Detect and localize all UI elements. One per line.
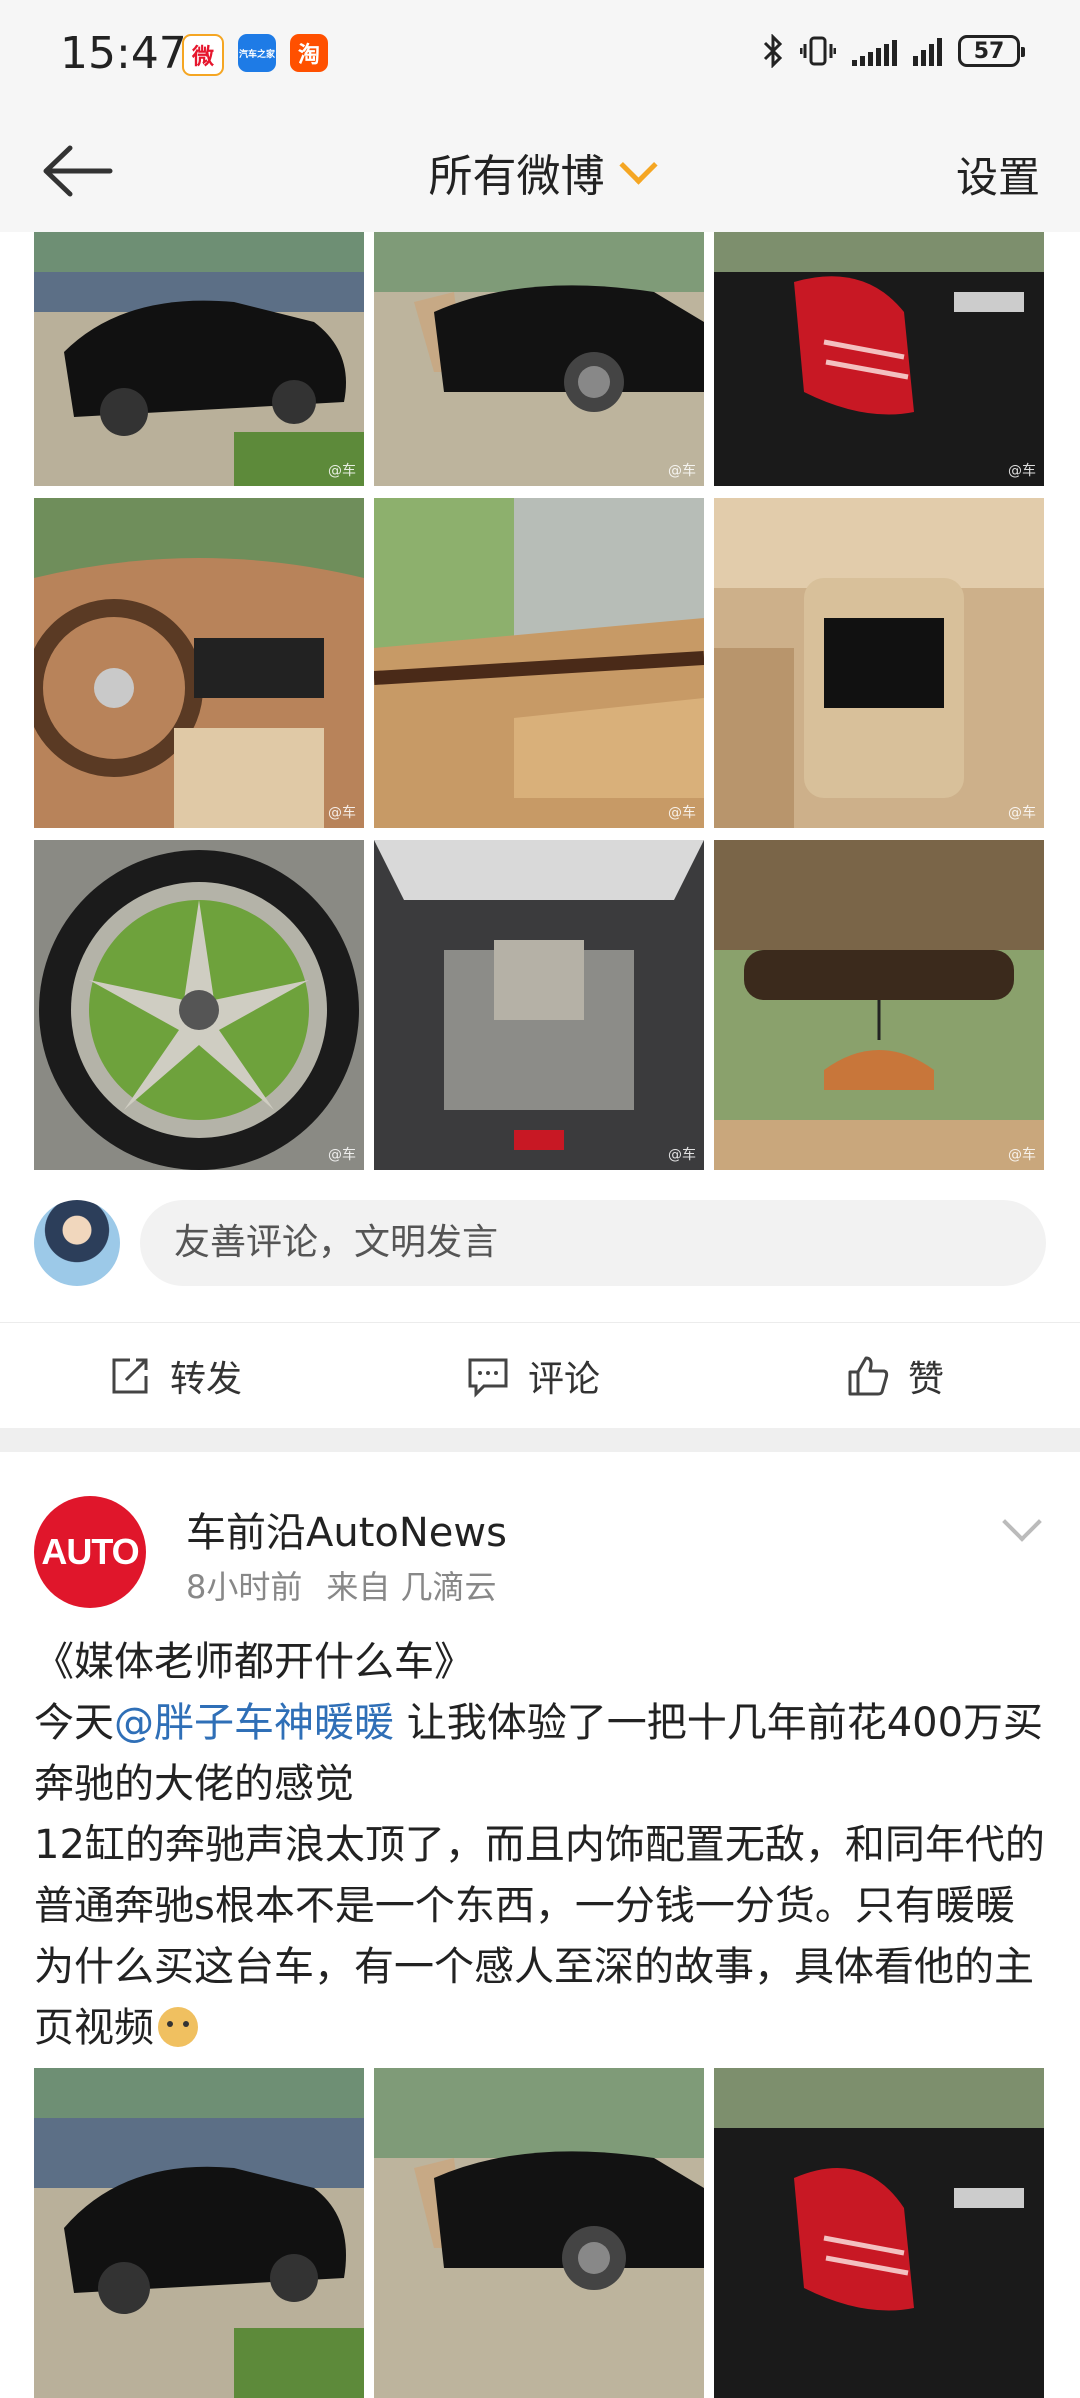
notification-icons: 微 汽车之家 淘 [182,34,328,76]
post-body: 《媒体老师都开什么车》 今天@胖子车神暖暖 让我体验了一把十几年前花400万买奔… [34,1632,1054,2059]
post-line-1-prefix: 今天 [34,1700,114,1746]
mention-link[interactable]: @胖子车神暖暖 [114,1700,394,1746]
thumbs-up-icon [848,1356,889,1396]
taobao-app-icon: 淘 [290,34,328,72]
chevron-down-icon[interactable] [1002,1502,1042,1542]
repost-icon [112,1358,148,1394]
nav-title: 所有微博 [428,151,605,202]
comment-label: 评论 [528,1359,601,1400]
author-name[interactable]: 车前沿AutoNews [186,1500,507,1558]
photo-watermark: @车 [328,463,356,479]
photo-rear-light[interactable]: @车 [714,232,1044,486]
repost-button[interactable]: 转发 [108,1323,242,1429]
photo-watermark: @车 [668,463,696,479]
repost-label: 转发 [170,1359,243,1400]
status-time: 15:47 [60,28,187,79]
comment-button[interactable]: 评论 [466,1323,600,1429]
photo-engine[interactable]: @车 [374,840,704,1170]
bluetooth-icon [763,34,783,68]
photo-steering-wheel[interactable]: @车 [34,498,364,828]
post-divider [0,1428,1080,1452]
system-indicators: 57 [762,34,1025,68]
doge-emoji-icon [158,2007,198,2047]
autohome-app-icon: 汽车之家 [238,34,276,72]
photo-watermark: @车 [668,805,696,821]
post-source: 来自 几滴云 [326,1568,497,1606]
like-label: 赞 [908,1359,945,1400]
post-time: 8小时前 [186,1568,303,1606]
photo-door-panel[interactable]: @车 [374,498,704,828]
author-avatar[interactable]: AUTO [34,1496,146,1608]
signal-icon [852,36,897,66]
signal-2-icon [913,36,942,66]
post-meta: 8小时前 来自 几滴云 [186,1562,521,1608]
photo-watermark: @车 [1008,463,1036,479]
photo-car-side-open-door[interactable]: @车 [374,232,704,486]
photo-watermark: @车 [668,1147,696,1163]
photo-watermark: @车 [328,805,356,821]
photo-watermark: @车 [1008,1147,1036,1163]
post-title: 《媒体老师都开什么车》 [34,1639,474,1685]
like-button[interactable]: 赞 [846,1323,944,1429]
photo-car-front[interactable] [34,2068,364,2398]
user-avatar[interactable] [34,1200,120,1286]
photo-rear-light[interactable] [714,2068,1044,2398]
battery-icon: 57 [958,35,1025,67]
comment-input[interactable]: 友善评论，文明发言 [140,1200,1046,1286]
vibrate-icon [800,36,836,66]
status-bar: 15:47 微 汽车之家 淘 57 [0,0,1080,110]
settings-button[interactable]: 设置 [956,144,1040,205]
post-line-2: 12缸的奔驰声浪太顶了，而且内饰配置无敌，和同年代的普通奔驰s根本不是一个东西，… [34,1815,1054,2059]
photo-wheel[interactable]: @车 [34,840,364,1170]
post-line-1: 今天@胖子车神暖暖 让我体验了一把十几年前花400万买奔驰的大佬的感觉 [34,1693,1054,1815]
action-bar: 转发 评论 赞 [0,1322,1080,1429]
feed-filter-dropdown[interactable]: 所有微博 [0,140,1080,204]
comment-icon [468,1358,508,1398]
photo-watermark: @车 [1008,805,1036,821]
photo-grid-2 [34,2068,1044,2398]
weibo-app-icon: 微 [182,34,224,76]
photo-car-side-open-door[interactable] [374,2068,704,2398]
photo-grid-1: @车 @车 @车 @车 @车 @车 @车 @车 @车 [34,232,1044,1170]
top-nav-bar: 所有微博 设置 [0,110,1080,232]
photo-taxi-ornament[interactable]: @车 [714,840,1044,1170]
chevron-down-icon [618,146,658,185]
photo-rear-screen[interactable]: @车 [714,498,1044,828]
photo-car-front[interactable]: @车 [34,232,364,486]
photo-watermark: @车 [328,1147,356,1163]
